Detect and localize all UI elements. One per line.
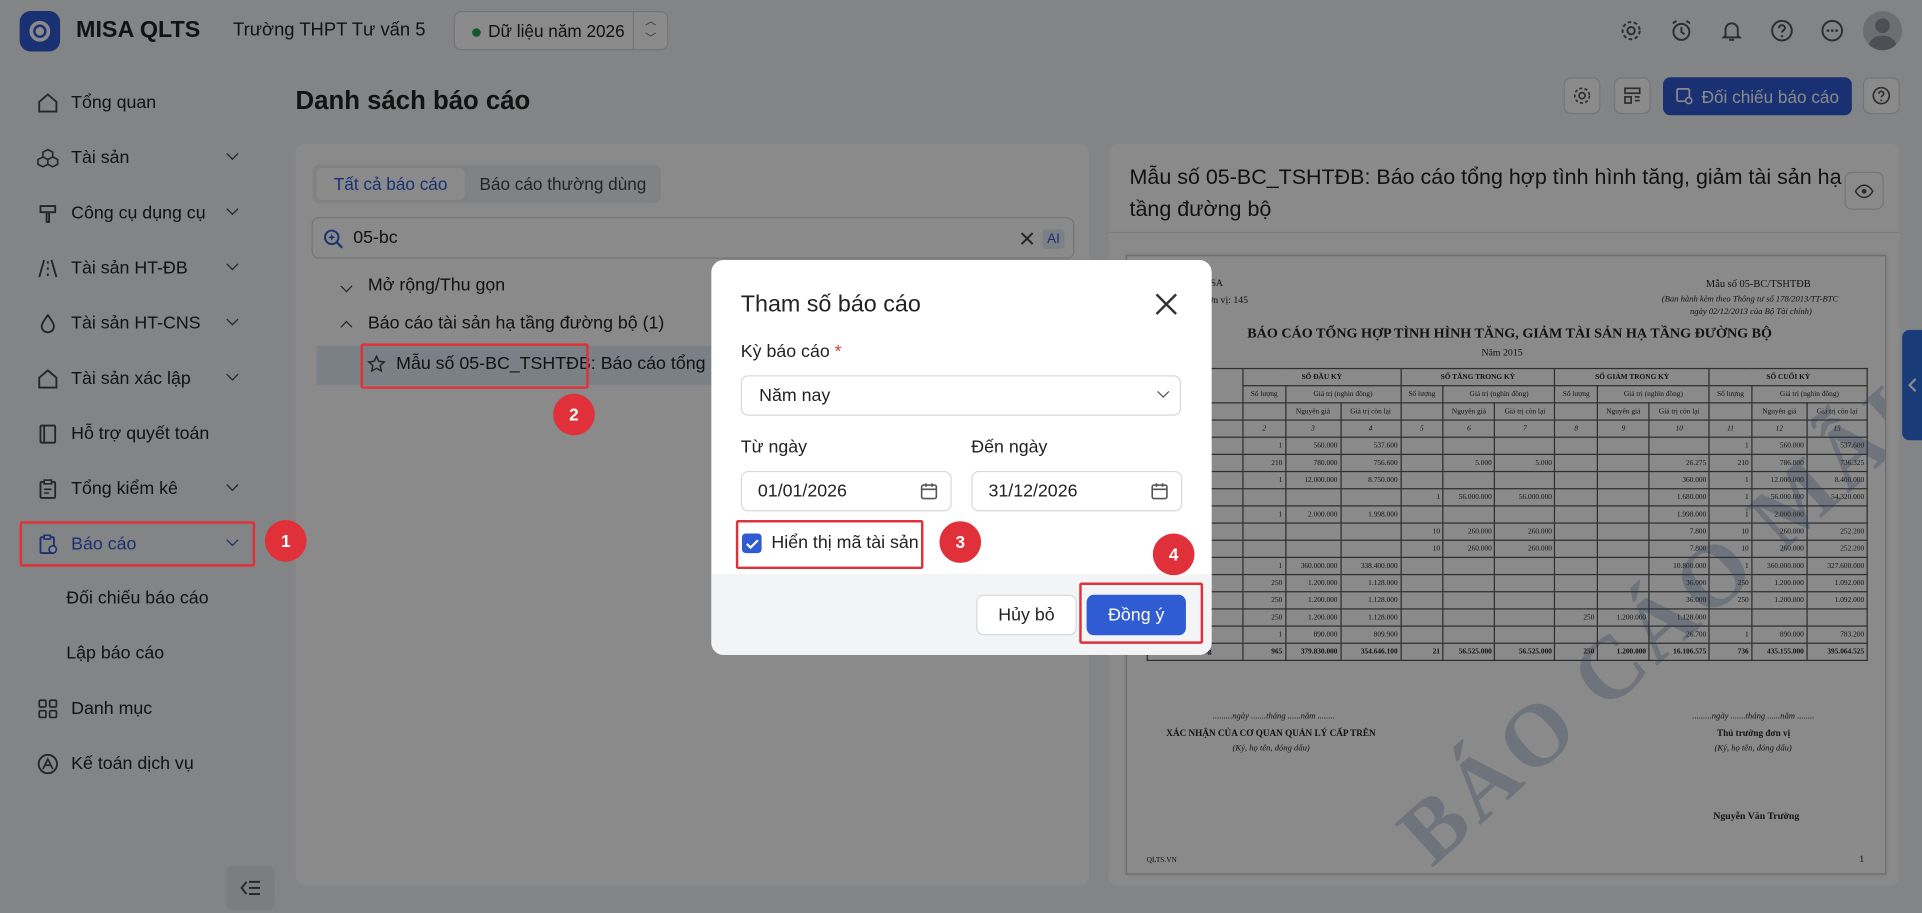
from-date-value: 01/01/2026 (757, 481, 847, 502)
annotation-box-reports (19, 521, 256, 567)
required-mark: * (834, 342, 842, 362)
to-date-field[interactable]: 31/12/2026 (971, 470, 1183, 512)
annotation-box-checkbox (735, 519, 924, 570)
chevron-down-icon (1157, 385, 1170, 398)
to-date-label: Đến ngày (971, 437, 1048, 458)
period-label: Kỳ báo cáo * (741, 342, 842, 362)
from-date-field[interactable]: 01/01/2026 (740, 470, 952, 512)
annotation-box-ok (1079, 582, 1204, 644)
calendar-icon (920, 483, 938, 500)
dialog-title: Tham số báo cáo (740, 291, 921, 318)
period-label-text: Kỳ báo cáo (740, 342, 830, 362)
to-date-value: 31/12/2026 (988, 481, 1078, 502)
from-date-label: Từ ngày (740, 437, 808, 458)
cancel-button[interactable]: Hủy bỏ (976, 594, 1077, 636)
calendar-icon (1151, 483, 1168, 500)
annotation-badge: 2 (553, 393, 595, 436)
annotation-box-report-item (360, 343, 589, 389)
annotation-badge: 4 (1152, 533, 1195, 576)
period-select-value: Năm nay (759, 386, 831, 406)
annotation-badge: 1 (264, 519, 307, 562)
annotation-badge: 3 (939, 521, 982, 563)
period-select[interactable]: Năm nay (740, 375, 1182, 416)
close-icon[interactable] (1153, 291, 1180, 318)
